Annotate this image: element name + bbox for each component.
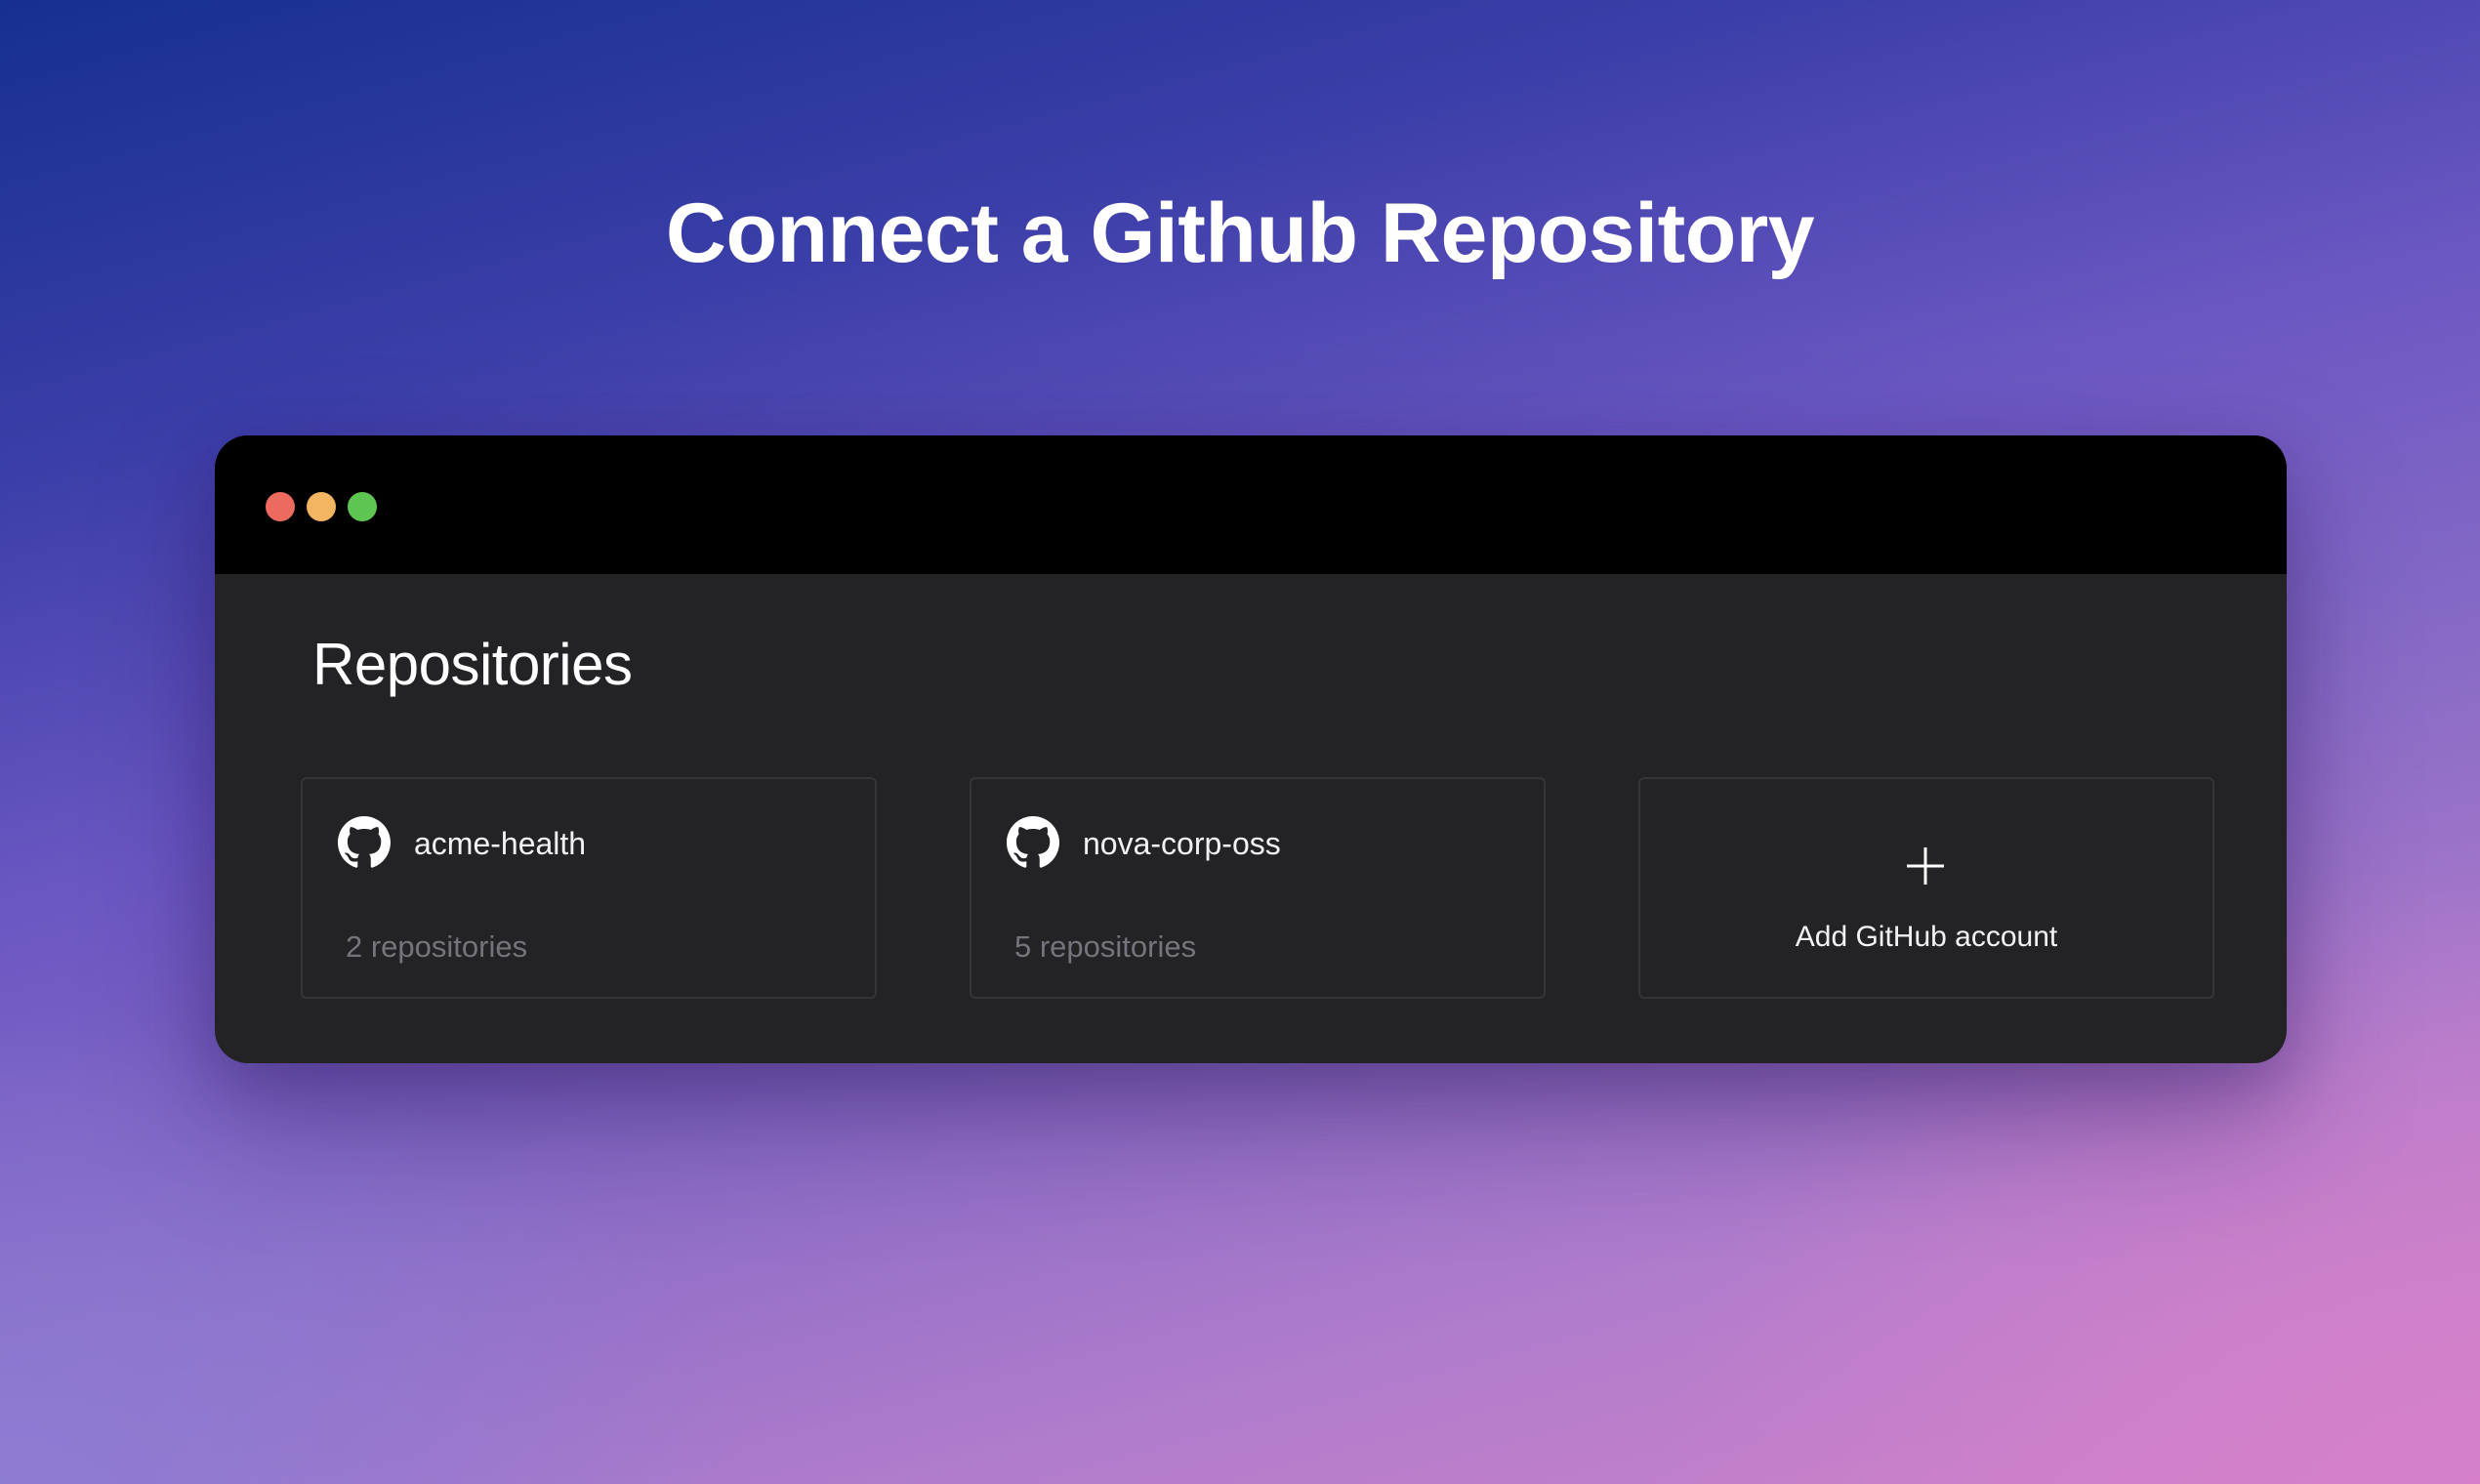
account-name: nova-corp-oss [1083,826,1281,861]
window-titlebar [215,435,2287,574]
account-card-acme-health[interactable]: acme-health 2 repositories [301,777,877,999]
github-icon [1007,816,1059,868]
window-close-button[interactable] [266,492,295,521]
repo-count: 2 repositories [346,929,528,964]
add-github-account-button[interactable]: Add GitHub account [1638,777,2214,999]
app-window: Repositories acme-health 2 repositories … [215,435,2287,1063]
page-title: Connect a Github Repository [665,186,1815,280]
account-name: acme-health [414,826,587,861]
window-maximize-button[interactable] [348,492,377,521]
add-account-label: Add GitHub account [1795,921,2058,953]
plus-icon [1907,847,1944,885]
window-minimize-button[interactable] [307,492,336,521]
account-card-nova-corp-oss[interactable]: nova-corp-oss 5 repositories [970,777,1546,999]
section-title: Repositories [312,632,633,697]
repo-count: 5 repositories [1014,929,1197,964]
github-icon [338,816,391,868]
